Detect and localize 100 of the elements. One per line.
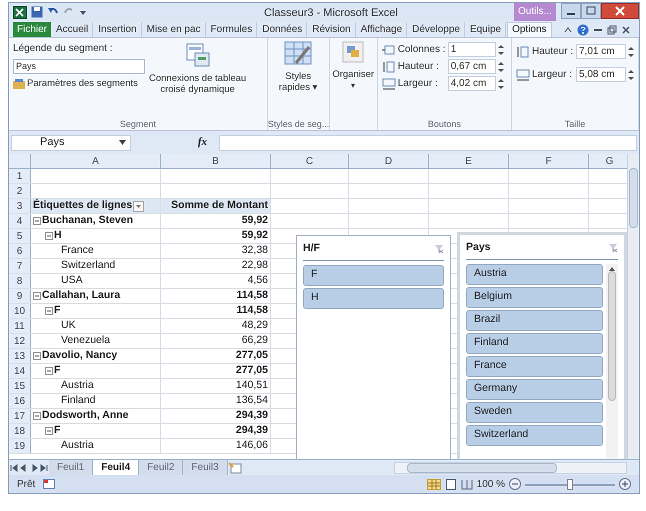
- minimize-icon[interactable]: [561, 3, 581, 19]
- column-header[interactable]: B: [161, 154, 271, 168]
- row-header[interactable]: 9: [9, 289, 31, 303]
- page-layout-icon[interactable]: [444, 478, 457, 490]
- row-header[interactable]: 18: [9, 424, 31, 438]
- restore-icon[interactable]: [581, 3, 601, 19]
- collapse-icon[interactable]: [33, 292, 41, 300]
- window-close-icon[interactable]: [621, 24, 631, 34]
- slicer-item[interactable]: Brazil: [466, 310, 603, 331]
- arrange-button[interactable]: Organiser ▾: [334, 41, 373, 118]
- vertical-scrollbar[interactable]: [627, 154, 639, 459]
- row-header[interactable]: 2: [9, 184, 31, 198]
- slicer-item[interactable]: Austria: [466, 264, 603, 285]
- slicer-panel[interactable]: Pays Austria Belgium Brazil Finland France Germany Sweden Switzerland: [457, 232, 627, 459]
- spin-input-field[interactable]: 5,08 cm: [576, 67, 626, 82]
- pivot-row-label: France: [61, 243, 94, 258]
- sheet-tab[interactable]: Feuil2: [139, 460, 184, 475]
- clear-filter-icon[interactable]: [608, 242, 618, 253]
- spinner-arrows-icon[interactable]: [498, 78, 504, 90]
- pivot-connections-button[interactable]: Connexions de tableau croisé dynamique: [149, 41, 246, 118]
- zoom-in-icon[interactable]: [619, 478, 631, 490]
- spin-input-field[interactable]: 0,67 cm: [448, 59, 496, 74]
- row-header[interactable]: 7: [9, 259, 31, 273]
- pivot-group-label: F: [54, 423, 60, 438]
- spinner-arrows-icon[interactable]: [498, 60, 504, 72]
- row-header[interactable]: 10: [9, 304, 31, 318]
- scrollbar-thumb[interactable]: [608, 270, 616, 401]
- macro-record-icon[interactable]: [43, 479, 56, 489]
- row-header[interactable]: 16: [9, 394, 31, 408]
- collapse-icon[interactable]: [33, 217, 41, 225]
- clear-filter-icon[interactable]: [434, 244, 444, 254]
- collapse-icon[interactable]: [45, 307, 53, 315]
- spinner-arrows-icon[interactable]: [498, 44, 504, 56]
- row-header[interactable]: 17: [9, 409, 31, 423]
- slicer-item[interactable]: Sweden: [466, 402, 603, 423]
- horizontal-scrollbar[interactable]: [394, 462, 627, 474]
- slicer-item[interactable]: France: [466, 356, 603, 377]
- save-icon[interactable]: [31, 6, 43, 18]
- column-header[interactable]: D: [349, 154, 429, 168]
- collapse-icon[interactable]: [45, 427, 53, 435]
- column-header[interactable]: A: [31, 154, 161, 168]
- zoom-slider-thumb[interactable]: [567, 478, 573, 490]
- column-header[interactable]: F: [509, 154, 589, 168]
- slicer-item[interactable]: Finland: [466, 332, 603, 354]
- row-header[interactable]: 3: [9, 199, 31, 213]
- collapse-icon[interactable]: [33, 352, 41, 360]
- name-box[interactable]: Pays: [11, 134, 131, 150]
- row-header[interactable]: 19: [9, 439, 31, 453]
- scrollbar-thumb[interactable]: [406, 462, 557, 472]
- slicer-item[interactable]: Germany: [466, 378, 603, 400]
- column-header[interactable]: E: [429, 154, 509, 168]
- row-header[interactable]: 8: [9, 274, 31, 288]
- slicer-item[interactable]: F: [303, 264, 444, 286]
- row-header[interactable]: 5: [9, 229, 31, 243]
- zoom-slider[interactable]: [525, 478, 615, 490]
- sheet-navigation-icon[interactable]: [9, 462, 49, 472]
- slicer-panel[interactable]: H/F F H: [296, 235, 451, 459]
- slicer-scrollbar[interactable]: [606, 264, 618, 459]
- help-icon[interactable]: [577, 24, 589, 36]
- column-header[interactable]: C: [271, 154, 349, 168]
- minimize-ribbon-icon[interactable]: [563, 24, 573, 34]
- close-icon[interactable]: [601, 3, 639, 19]
- row-header[interactable]: 13: [9, 349, 31, 363]
- row-header[interactable]: 4: [9, 214, 31, 228]
- sheet-tab[interactable]: Feuil1: [49, 460, 94, 475]
- spinner-arrows-icon[interactable]: [628, 68, 634, 80]
- pivot-row-label: Switzerland: [61, 258, 116, 274]
- spin-input-field[interactable]: 7,01 cm: [576, 44, 626, 59]
- row-header[interactable]: 6: [9, 244, 31, 258]
- zoom-out-icon[interactable]: [509, 478, 521, 490]
- row-header[interactable]: 1: [9, 169, 31, 183]
- quick-styles-button[interactable]: Styles rapides ▾: [272, 41, 325, 118]
- page-break-icon[interactable]: [460, 478, 473, 490]
- slicer-settings-button[interactable]: Paramètres des segments: [13, 77, 145, 92]
- spin-input-field[interactable]: 1: [448, 42, 496, 57]
- row-header[interactable]: 12: [9, 334, 31, 348]
- function-label[interactable]: fx: [198, 134, 207, 151]
- scrollbar-thumb[interactable]: [629, 168, 638, 228]
- window-restore-icon[interactable]: [607, 24, 617, 34]
- collapse-icon[interactable]: [33, 412, 41, 420]
- caption-input-field[interactable]: Pays: [13, 59, 145, 74]
- file-tab[interactable]: Fichier: [13, 22, 52, 37]
- collapse-icon[interactable]: [45, 367, 53, 375]
- formula-input-field[interactable]: [219, 134, 637, 150]
- row-header[interactable]: 14: [9, 364, 31, 378]
- normal-view-icon[interactable]: [426, 478, 441, 490]
- row-header[interactable]: 15: [9, 379, 31, 393]
- zoom-level[interactable]: 100 %: [476, 476, 505, 492]
- slicer-item[interactable]: Belgium: [466, 286, 603, 308]
- spinner-arrows-icon[interactable]: [628, 46, 634, 58]
- spin-input-field[interactable]: 4,02 cm: [448, 76, 496, 91]
- collapse-icon[interactable]: [45, 232, 53, 240]
- ribbon-tab[interactable]: Options: [507, 22, 552, 37]
- row-header[interactable]: 11: [9, 319, 31, 333]
- filter-dropdown-icon[interactable]: [133, 200, 144, 212]
- slicer-item[interactable]: H: [303, 288, 444, 309]
- insert-sheet-icon[interactable]: [228, 462, 244, 474]
- sheet-tab[interactable]: Feuil3: [183, 460, 228, 475]
- slicer-item[interactable]: Switzerland: [466, 424, 603, 446]
- sheet-tab[interactable]: Feuil4: [93, 460, 140, 475]
